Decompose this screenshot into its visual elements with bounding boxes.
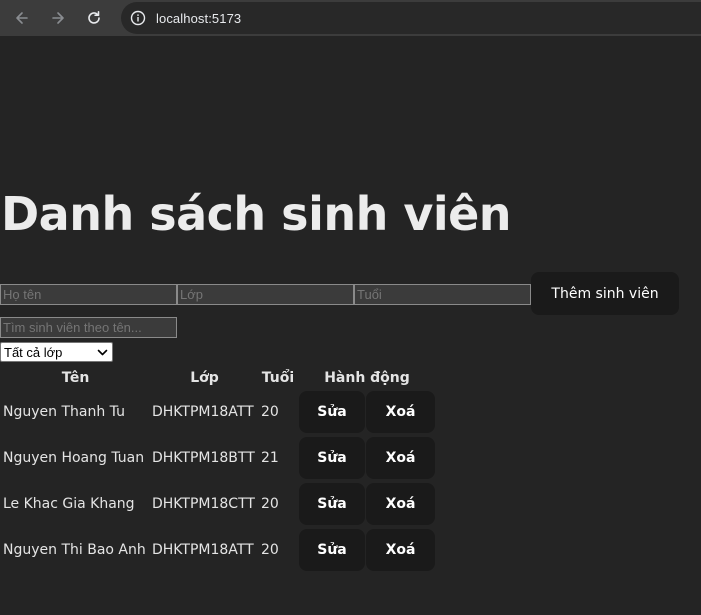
add-student-button[interactable]: Thêm sinh viên [531, 272, 679, 315]
student-class: DHKTPM18ATT [152, 404, 254, 420]
student-age: 20 [261, 496, 279, 512]
delete-button[interactable]: Xoá [366, 437, 435, 479]
delete-button[interactable]: Xoá [366, 529, 435, 571]
student-age: 21 [261, 450, 279, 466]
student-name: Nguyen Hoang Tuan [3, 450, 145, 466]
actions-cell: Sửa Xoá [298, 482, 436, 526]
student-age: 20 [261, 542, 279, 558]
student-name: Nguyen Thanh Tu [3, 404, 125, 420]
header-age: Tuổi [261, 370, 295, 386]
info-icon[interactable] [129, 9, 147, 27]
forward-button[interactable] [40, 0, 76, 36]
name-input[interactable] [0, 284, 177, 305]
app-page: Danh sách sinh viên Thêm sinh viên Tất c… [0, 40, 701, 615]
class-filter-select[interactable]: Tất cả lớp [0, 342, 113, 362]
page-title: Danh sách sinh viên [1, 187, 512, 241]
header-actions: Hành động [324, 370, 410, 386]
header-name: Tên [61, 370, 90, 386]
age-input[interactable] [354, 284, 531, 305]
search-input[interactable] [0, 317, 177, 338]
header-class: Lớp [190, 370, 219, 386]
class-input[interactable] [177, 284, 354, 305]
student-age: 20 [261, 404, 279, 420]
edit-button[interactable]: Sửa [299, 529, 365, 571]
address-bar[interactable]: localhost:5173 [121, 2, 701, 34]
student-class: DHKTPM18CTT [152, 496, 255, 512]
table-row: Nguyen Hoang Tuan DHKTPM18BTT 21 Sửa Xoá [2, 436, 436, 480]
table-row: Le Khac Gia Khang DHKTPM18CTT 20 Sửa Xoá [2, 482, 436, 526]
table-header-row: Tên Lớp Tuổi Hành động [2, 368, 436, 388]
class-filter-selected: Tất cả lớp [4, 344, 63, 360]
reload-button[interactable] [76, 0, 112, 36]
students-table: Tên Lớp Tuổi Hành động Nguyen Thanh Tu D… [0, 366, 438, 574]
student-name: Nguyen Thi Bao Anh [3, 542, 146, 558]
arrow-right-icon [52, 12, 64, 24]
url-text: localhost:5173 [156, 10, 242, 26]
delete-button[interactable]: Xoá [366, 483, 435, 525]
actions-cell: Sửa Xoá [298, 528, 436, 572]
reload-icon [88, 11, 100, 24]
back-button[interactable] [4, 0, 40, 36]
student-class: DHKTPM18BTT [152, 450, 255, 466]
delete-button[interactable]: Xoá [366, 391, 435, 433]
table-row: Nguyen Thi Bao Anh DHKTPM18ATT 20 Sửa Xoá [2, 528, 436, 572]
actions-cell: Sửa Xoá [298, 390, 436, 434]
student-name: Le Khac Gia Khang [3, 496, 135, 512]
table-row: Nguyen Thanh Tu DHKTPM18ATT 20 Sửa Xoá [2, 390, 436, 434]
actions-cell: Sửa Xoá [298, 436, 436, 480]
browser-toolbar: localhost:5173 [0, 0, 701, 36]
edit-button[interactable]: Sửa [299, 391, 365, 433]
edit-button[interactable]: Sửa [299, 483, 365, 525]
arrow-left-icon [16, 12, 28, 24]
edit-button[interactable]: Sửa [299, 437, 365, 479]
student-class: DHKTPM18ATT [152, 542, 254, 558]
chevron-down-icon [97, 349, 108, 356]
